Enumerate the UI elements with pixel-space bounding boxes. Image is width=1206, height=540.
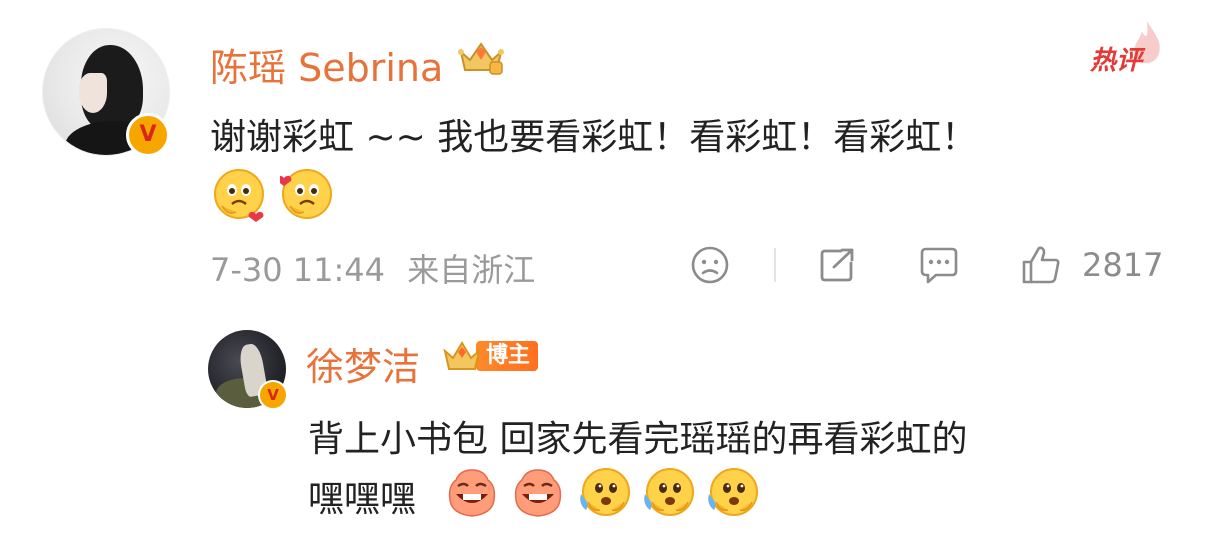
hot-tag-flame-icon (1134, 21, 1160, 64)
share-icon[interactable] (817, 245, 857, 285)
verified-badge-icon: V (126, 113, 170, 157)
location: 来自浙江 (407, 251, 536, 289)
sad-face-icon[interactable] (690, 245, 730, 285)
comment-text: 谢谢彩虹 ~~ 我也要看彩虹！看彩虹！看彩虹！ (210, 117, 978, 158)
cry-touched-emoji (214, 169, 264, 222)
thumbs-up-icon[interactable] (1020, 244, 1062, 286)
nervous-sweat-emoji (644, 468, 694, 516)
avatar-face (79, 73, 107, 113)
reply-text-line1: 背上小书包 回家先看完瑶瑶的再看彩虹的 (308, 419, 968, 460)
grin-emoji (514, 469, 562, 517)
reply-text-line2: 嘿嘿嘿 (308, 479, 417, 520)
blogger-badge-label: 博主 (476, 341, 539, 371)
nervous-sweat-emoji (708, 468, 758, 516)
like-count: 2817 (1082, 246, 1164, 284)
crown-icon (458, 42, 504, 75)
crown-icon (443, 341, 481, 370)
reply-username[interactable]: 徐梦洁 (306, 336, 420, 391)
blogger-badge: 博主 (442, 338, 539, 374)
username[interactable]: 陈瑶 Sebrina (210, 37, 443, 92)
timestamp: 7-30 11:44 (210, 251, 386, 289)
nervous-sweat-emoji (580, 468, 630, 516)
cry-touched-emoji (280, 169, 332, 219)
grin-emoji (448, 469, 496, 517)
divider (774, 248, 776, 282)
comment-meta: 7-30 11:44 来自浙江 (210, 245, 535, 291)
verified-badge-icon: V (258, 380, 288, 410)
comment-icon[interactable] (918, 245, 960, 285)
